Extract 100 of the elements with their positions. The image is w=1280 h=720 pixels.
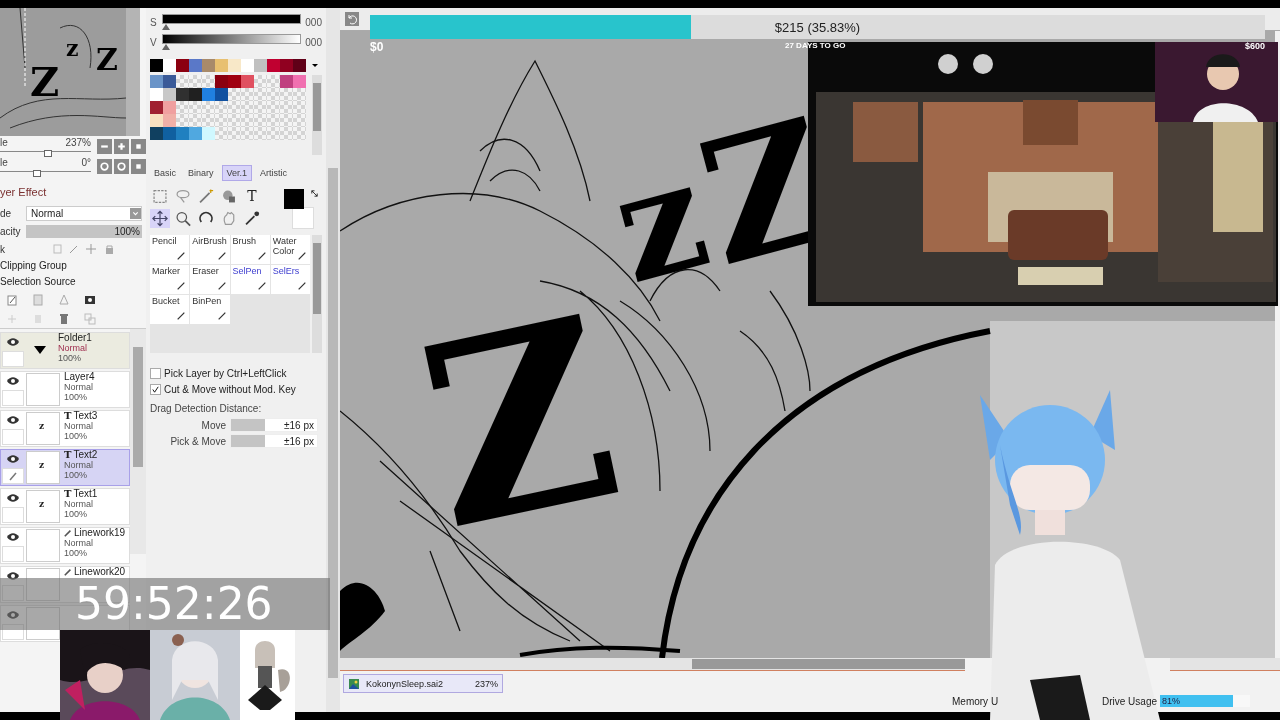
tool-tab[interactable]: Binary <box>184 165 218 181</box>
undo-icon[interactable] <box>345 12 359 26</box>
color-swatch[interactable] <box>215 75 228 88</box>
color-swatch[interactable] <box>280 58 293 72</box>
layer-row[interactable]: z T Text3 Normal 100% <box>0 410 130 447</box>
scrollbar[interactable] <box>130 329 146 554</box>
color-swatch[interactable] <box>293 58 306 72</box>
color-swatch[interactable] <box>150 127 163 140</box>
scrollbar[interactable] <box>326 8 340 712</box>
tool-tab[interactable]: Basic <box>150 165 180 181</box>
color-swatch[interactable] <box>176 88 189 101</box>
color-swatch[interactable] <box>150 75 163 88</box>
folder-toggle-icon[interactable] <box>33 345 47 355</box>
filter-icon[interactable] <box>58 293 70 306</box>
layer-row[interactable]: Layer4 Normal 100% <box>0 371 130 408</box>
trash-icon[interactable] <box>58 312 70 325</box>
scrollbar-thumb[interactable] <box>692 659 965 669</box>
color-slider[interactable] <box>162 34 302 50</box>
color-swatch[interactable] <box>267 58 280 72</box>
color-swatch[interactable] <box>189 127 202 140</box>
color-swatch[interactable] <box>202 88 215 101</box>
color-swatch[interactable] <box>215 58 228 72</box>
visibility-eye-icon[interactable] <box>6 454 20 464</box>
color-swatch[interactable] <box>163 114 176 127</box>
brush-slot[interactable]: Pencil <box>150 235 190 264</box>
slider-thumb[interactable] <box>162 44 170 50</box>
color-swatch[interactable] <box>163 127 176 140</box>
color-swatch[interactable] <box>280 75 293 88</box>
checkbox-label[interactable]: Pick Layer by Ctrl+LeftClick <box>164 367 287 379</box>
layer-row[interactable]: Linework19 Normal 100% <box>0 527 130 564</box>
brush-slot[interactable]: SelErs <box>270 265 310 294</box>
color-swatch[interactable] <box>228 58 241 72</box>
background-color[interactable] <box>292 207 314 229</box>
distance-slider[interactable]: ±16 px <box>230 418 318 432</box>
slider-thumb[interactable] <box>44 149 53 157</box>
color-swatch[interactable] <box>150 58 163 72</box>
distance-slider[interactable]: ±16 px <box>230 434 318 448</box>
swap-arrow-icon[interactable] <box>310 189 319 198</box>
layers-icon[interactable] <box>84 312 96 325</box>
tool-tab[interactable]: Artistic <box>256 165 292 181</box>
color-swatch[interactable] <box>202 58 215 72</box>
brush-slot[interactable]: SelPen <box>230 265 270 294</box>
color-swatch[interactable] <box>163 88 176 101</box>
mask-icon[interactable] <box>84 293 96 306</box>
checkbox[interactable] <box>150 383 161 395</box>
opacity-slider[interactable]: 100% <box>26 224 142 238</box>
view-slider[interactable]: le 0° <box>0 156 91 176</box>
text-tool[interactable]: T <box>242 187 262 206</box>
color-swatch[interactable] <box>150 88 163 101</box>
move-icon[interactable] <box>150 209 170 228</box>
layer-row[interactable]: z T Text2 Normal 100% <box>0 449 130 486</box>
color-swatch[interactable] <box>228 75 241 88</box>
scrollbar[interactable] <box>312 75 322 155</box>
checkbox-label[interactable]: Cut & Move without Mod. Key <box>164 383 296 395</box>
brush-slot[interactable]: Marker <box>150 265 190 294</box>
color-swatch[interactable] <box>150 101 163 114</box>
scrollbar[interactable] <box>340 658 965 671</box>
color-swatch[interactable] <box>189 88 202 101</box>
tool-tab[interactable]: Ver.1 <box>221 165 253 181</box>
option-checkbox[interactable]: Cut & Move without Mod. Key <box>150 381 322 397</box>
slider-fill[interactable] <box>231 435 266 447</box>
scrollbar-track[interactable] <box>1170 658 1280 671</box>
layer-option[interactable]: Clipping Group <box>0 258 146 274</box>
brush-slot[interactable]: Eraser <box>190 265 230 294</box>
brush-slot[interactable]: BinPen <box>190 295 230 324</box>
new-page-icon[interactable] <box>32 293 44 306</box>
brush-slot[interactable]: AirBrush <box>190 235 230 264</box>
visibility-eye-icon[interactable] <box>6 532 20 542</box>
layer-option[interactable]: Selection Source <box>0 274 146 290</box>
color-swatch[interactable] <box>176 58 189 72</box>
brush-slot[interactable]: Bucket <box>150 295 190 324</box>
rectangle-select-icon[interactable] <box>150 187 170 206</box>
document-tab[interactable]: KokonynSleep.sai2 237% <box>343 674 503 693</box>
color-swatch[interactable] <box>163 75 176 88</box>
option-checkbox[interactable]: Pick Layer by Ctrl+LeftClick <box>150 365 322 381</box>
color-swatch[interactable] <box>150 114 163 127</box>
visibility-eye-icon[interactable] <box>6 415 20 425</box>
color-swatch[interactable] <box>241 75 254 88</box>
color-swatch[interactable] <box>163 58 176 72</box>
slider-fill[interactable] <box>231 419 266 431</box>
color-swatch[interactable] <box>176 127 189 140</box>
color-swatch[interactable] <box>163 101 176 114</box>
visibility-eye-icon[interactable] <box>6 376 20 386</box>
scrollbar[interactable] <box>312 235 322 353</box>
checkbox[interactable] <box>150 367 161 379</box>
slider-thumb[interactable] <box>33 169 42 177</box>
color-swatch[interactable] <box>215 88 228 101</box>
color-swatch[interactable] <box>241 58 254 72</box>
visibility-eye-icon[interactable] <box>6 571 20 581</box>
color-swatch[interactable] <box>254 58 267 72</box>
layer-row[interactable]: z T Text1 Normal 100% <box>0 488 130 525</box>
new-layer-icon[interactable] <box>6 293 18 306</box>
view-slider[interactable]: le 237% <box>0 136 91 156</box>
color-slider[interactable] <box>162 14 302 30</box>
color-swatch[interactable] <box>293 75 306 88</box>
visibility-eye-icon[interactable] <box>6 337 20 347</box>
zoom-icon[interactable] <box>173 209 193 228</box>
visibility-eye-icon[interactable] <box>6 493 20 503</box>
color-swatch[interactable] <box>202 127 215 140</box>
blend-mode-dropdown[interactable]: Normal <box>26 205 142 221</box>
